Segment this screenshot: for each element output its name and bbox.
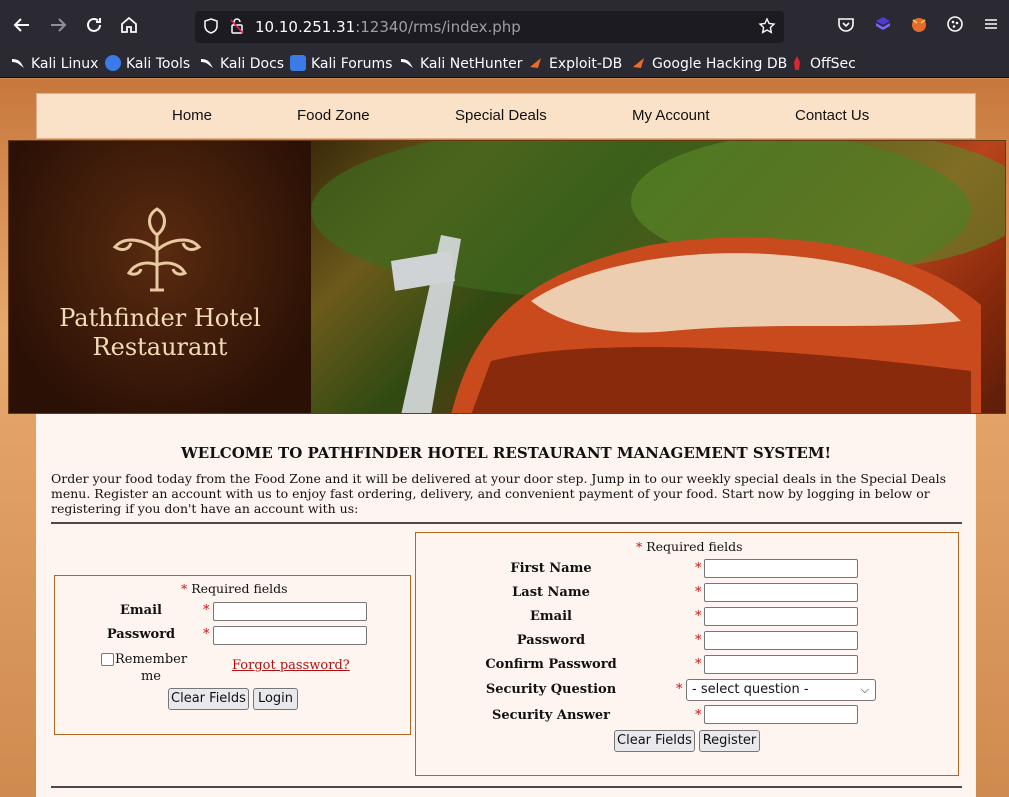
register-password-input[interactable]	[704, 631, 858, 650]
hotel-name-line1: Pathfinder Hotel	[59, 304, 261, 332]
kali-forums-icon	[290, 55, 306, 71]
bookmark-label: Kali Linux	[31, 56, 99, 72]
confirm-password-label: Confirm Password	[485, 657, 617, 672]
forgot-password-link[interactable]: Forgot password?	[232, 658, 350, 673]
bookmark-label: Kali Tools	[126, 56, 191, 72]
bookmark-kali-docs[interactable]: Kali Docs	[199, 54, 284, 74]
welcome-heading: WELCOME TO PATHFINDER HOTEL RESTAURANT M…	[180, 444, 832, 462]
required-star: *	[695, 633, 702, 648]
hotel-name-line2: Restaurant	[92, 333, 228, 361]
extension-icon[interactable]	[944, 14, 966, 36]
menu-food-zone[interactable]: Food Zone	[297, 107, 370, 124]
menu-home[interactable]: Home	[172, 107, 212, 124]
bookmarks-bar: Kali Linux Kali Tools Kali Docs Kali For…	[0, 50, 1009, 78]
bookmark-kali-tools[interactable]: Kali Tools	[105, 54, 190, 74]
bookmark-label: Google Hacking DB	[652, 56, 788, 72]
kali-dragon-icon	[199, 55, 215, 71]
bookmark-label: OffSec	[810, 56, 856, 72]
required-star: *	[695, 609, 702, 624]
banner-logo-panel: Pathfinder Hotel Restaurant	[9, 141, 311, 413]
offsec-icon	[789, 55, 805, 71]
extension-icon[interactable]	[872, 14, 894, 36]
lock-icon[interactable]	[227, 17, 247, 37]
register-button[interactable]: Register	[699, 730, 760, 752]
remember-me-label[interactable]: Remember me	[115, 651, 187, 685]
required-star: *	[676, 682, 683, 697]
home-icon[interactable]	[117, 13, 141, 37]
security-question-select[interactable]: - select question - ⌵	[686, 679, 876, 701]
web-page: Home Food Zone Special Deals My Account …	[0, 79, 1009, 797]
kali-dragon-icon	[10, 55, 26, 71]
chevron-down-icon: ⌵	[860, 683, 869, 696]
exploit-db-icon	[528, 55, 544, 71]
star-icon[interactable]	[757, 17, 777, 37]
last-name-label: Last Name	[512, 585, 590, 600]
bookmark-label: Kali NetHunter	[420, 56, 523, 72]
kali-dragon-icon	[399, 55, 415, 71]
url-bar[interactable]: 10.10.251.31:12340/rms/index.php	[195, 11, 784, 43]
remember-me-checkbox[interactable]	[101, 653, 114, 666]
login-password-input[interactable]	[213, 626, 367, 645]
clear-fields-button[interactable]: Clear Fields	[614, 730, 695, 752]
security-question-label: Security Question	[485, 682, 617, 697]
main-content: WELCOME TO PATHFINDER HOTEL RESTAURANT M…	[36, 414, 976, 797]
back-icon[interactable]	[10, 13, 34, 37]
bookmark-kali-linux[interactable]: Kali Linux	[10, 54, 98, 74]
email-label: Email	[120, 603, 162, 618]
exploit-db-icon	[631, 55, 647, 71]
bookmark-label: Exploit-DB	[549, 56, 623, 72]
bookmark-exploit-db[interactable]: Exploit-DB	[528, 54, 622, 74]
menu-icon[interactable]	[980, 14, 1002, 36]
login-form: * Required fields Email * Password * Rem…	[54, 575, 411, 735]
bookmark-label: Kali Forums	[311, 56, 393, 72]
security-answer-label: Security Answer	[491, 708, 611, 723]
required-star: *	[695, 708, 702, 723]
header-banner: Pathfinder Hotel Restaurant	[8, 140, 1006, 414]
shield-icon[interactable]	[201, 17, 221, 37]
required-star: *	[203, 603, 210, 618]
required-star: *	[203, 627, 210, 642]
reload-icon[interactable]	[82, 13, 106, 37]
first-name-label: First Name	[510, 561, 592, 576]
banner-food-image	[311, 141, 1005, 413]
first-name-input[interactable]	[704, 559, 858, 578]
required-note: * Required fields	[181, 581, 288, 596]
last-name-input[interactable]	[704, 583, 858, 602]
email-label: Email	[530, 609, 572, 624]
browser-toolbar: 10.10.251.31:12340/rms/index.php	[0, 0, 1009, 50]
login-button[interactable]: Login	[253, 688, 298, 710]
confirm-password-input[interactable]	[704, 655, 858, 674]
intro-text: Order your food today from the Food Zone…	[51, 471, 947, 516]
bookmark-label: Kali Docs	[220, 56, 285, 72]
divider	[51, 522, 962, 524]
menu-contact-us[interactable]: Contact Us	[795, 107, 869, 124]
register-email-input[interactable]	[704, 607, 858, 626]
profile-icon[interactable]	[908, 14, 930, 36]
menu-my-account[interactable]: My Account	[632, 107, 710, 124]
forward-icon[interactable]	[46, 13, 70, 37]
main-menu: Home Food Zone Special Deals My Account …	[36, 93, 976, 139]
bookmark-kali-nethunter[interactable]: Kali NetHunter	[399, 54, 522, 74]
required-star: *	[695, 585, 702, 600]
required-star: *	[695, 657, 702, 672]
url-text[interactable]: 10.10.251.31:12340/rms/index.php	[255, 17, 521, 37]
divider	[51, 786, 962, 788]
password-label: Password	[106, 627, 176, 642]
register-form: * Required fields First Name * Last Name…	[415, 532, 959, 776]
clear-fields-button[interactable]: Clear Fields	[168, 688, 249, 710]
password-label: Password	[516, 633, 586, 648]
hotel-logo-icon	[112, 207, 202, 292]
bookmark-kali-forums[interactable]: Kali Forums	[290, 54, 392, 74]
required-note: * Required fields	[636, 539, 743, 554]
bookmark-offsec[interactable]: OffSec	[789, 54, 856, 74]
menu-special-deals[interactable]: Special Deals	[455, 107, 547, 124]
select-value: - select question -	[692, 682, 809, 697]
security-answer-input[interactable]	[704, 705, 858, 724]
kali-tools-icon	[105, 55, 121, 71]
bookmark-google-hacking-db[interactable]: Google Hacking DB	[631, 54, 787, 74]
login-email-input[interactable]	[213, 602, 367, 621]
pocket-icon[interactable]	[835, 14, 857, 36]
required-star: *	[695, 561, 702, 576]
